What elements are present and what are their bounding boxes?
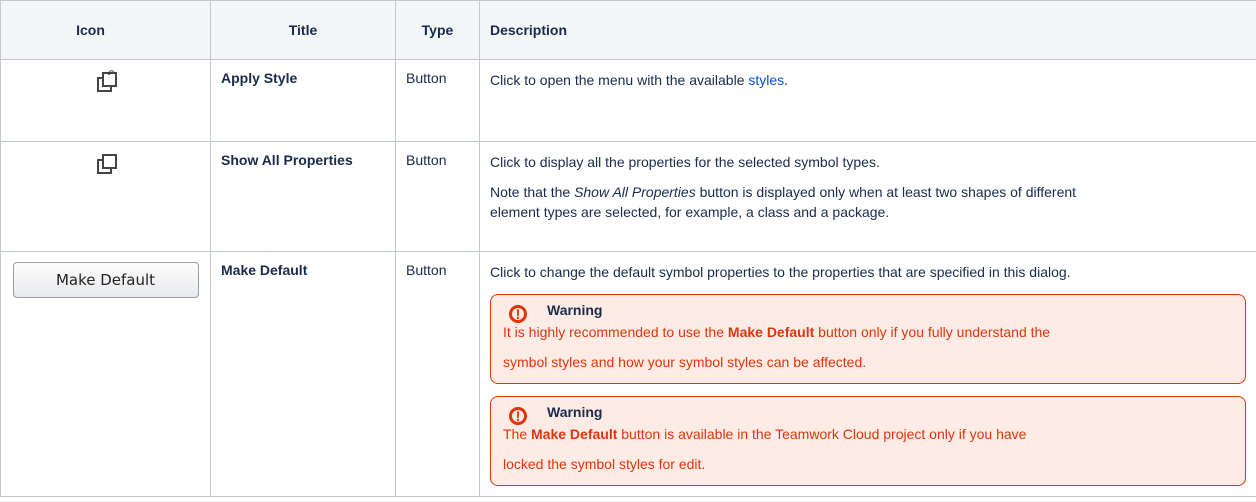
warning-title: Warning — [547, 302, 603, 318]
row-description: Click to open the menu with the availabl… — [479, 59, 1256, 142]
table-row: Make Default Make Default Button Click t… — [0, 251, 1256, 497]
row-title: Apply Style — [210, 59, 396, 142]
table-header-row: Icon Title Type Description — [0, 0, 1256, 60]
description-text: Click to change the default symbol prope… — [490, 264, 1071, 280]
header-icon: Icon — [0, 0, 211, 60]
warning-icon: ! — [509, 407, 527, 425]
description-note: Note that the Show All Properties button… — [490, 184, 1077, 220]
warning-icon: ! — [509, 305, 527, 323]
header-title: Title — [210, 0, 396, 60]
properties-table: Icon Title Type Description ↶ Apply Styl… — [0, 0, 1256, 497]
icon-cell: Make Default — [0, 251, 211, 497]
warning-text: The Make Default button is available in … — [503, 426, 1027, 472]
row-type: Button — [395, 59, 480, 142]
make-default-button: Make Default — [12, 262, 199, 298]
row-description: Click to display all the properties for … — [479, 141, 1256, 252]
row-title: Show All Properties — [210, 141, 396, 252]
icon-cell: ↶ — [0, 59, 211, 142]
description-text: Click to display all the properties for … — [490, 154, 880, 170]
description-text: Click to open the menu with the availabl… — [490, 72, 749, 88]
table-row: Show All Properties Button Click to disp… — [0, 141, 1256, 252]
header-type: Type — [395, 0, 480, 60]
apply-style-icon: ↶ — [95, 70, 117, 92]
row-type: Button — [395, 141, 480, 252]
header-description: Description — [479, 0, 1256, 60]
row-title: Make Default — [210, 251, 396, 497]
icon-cell — [0, 141, 211, 252]
warning-panel: ! Warning The Make Default button is ava… — [490, 396, 1246, 486]
table-row: ↶ Apply Style Button Click to open the m… — [0, 59, 1256, 142]
warning-text: It is highly recommended to use the Make… — [503, 324, 1051, 370]
description-text: . — [784, 72, 789, 88]
styles-link[interactable]: styles — [748, 72, 784, 88]
show-all-properties-icon — [95, 152, 117, 174]
warning-title: Warning — [547, 404, 603, 420]
warning-panel: ! Warning It is highly recommended to us… — [490, 294, 1246, 384]
row-type: Button — [395, 251, 480, 497]
row-description: Click to change the default symbol prope… — [479, 251, 1256, 497]
